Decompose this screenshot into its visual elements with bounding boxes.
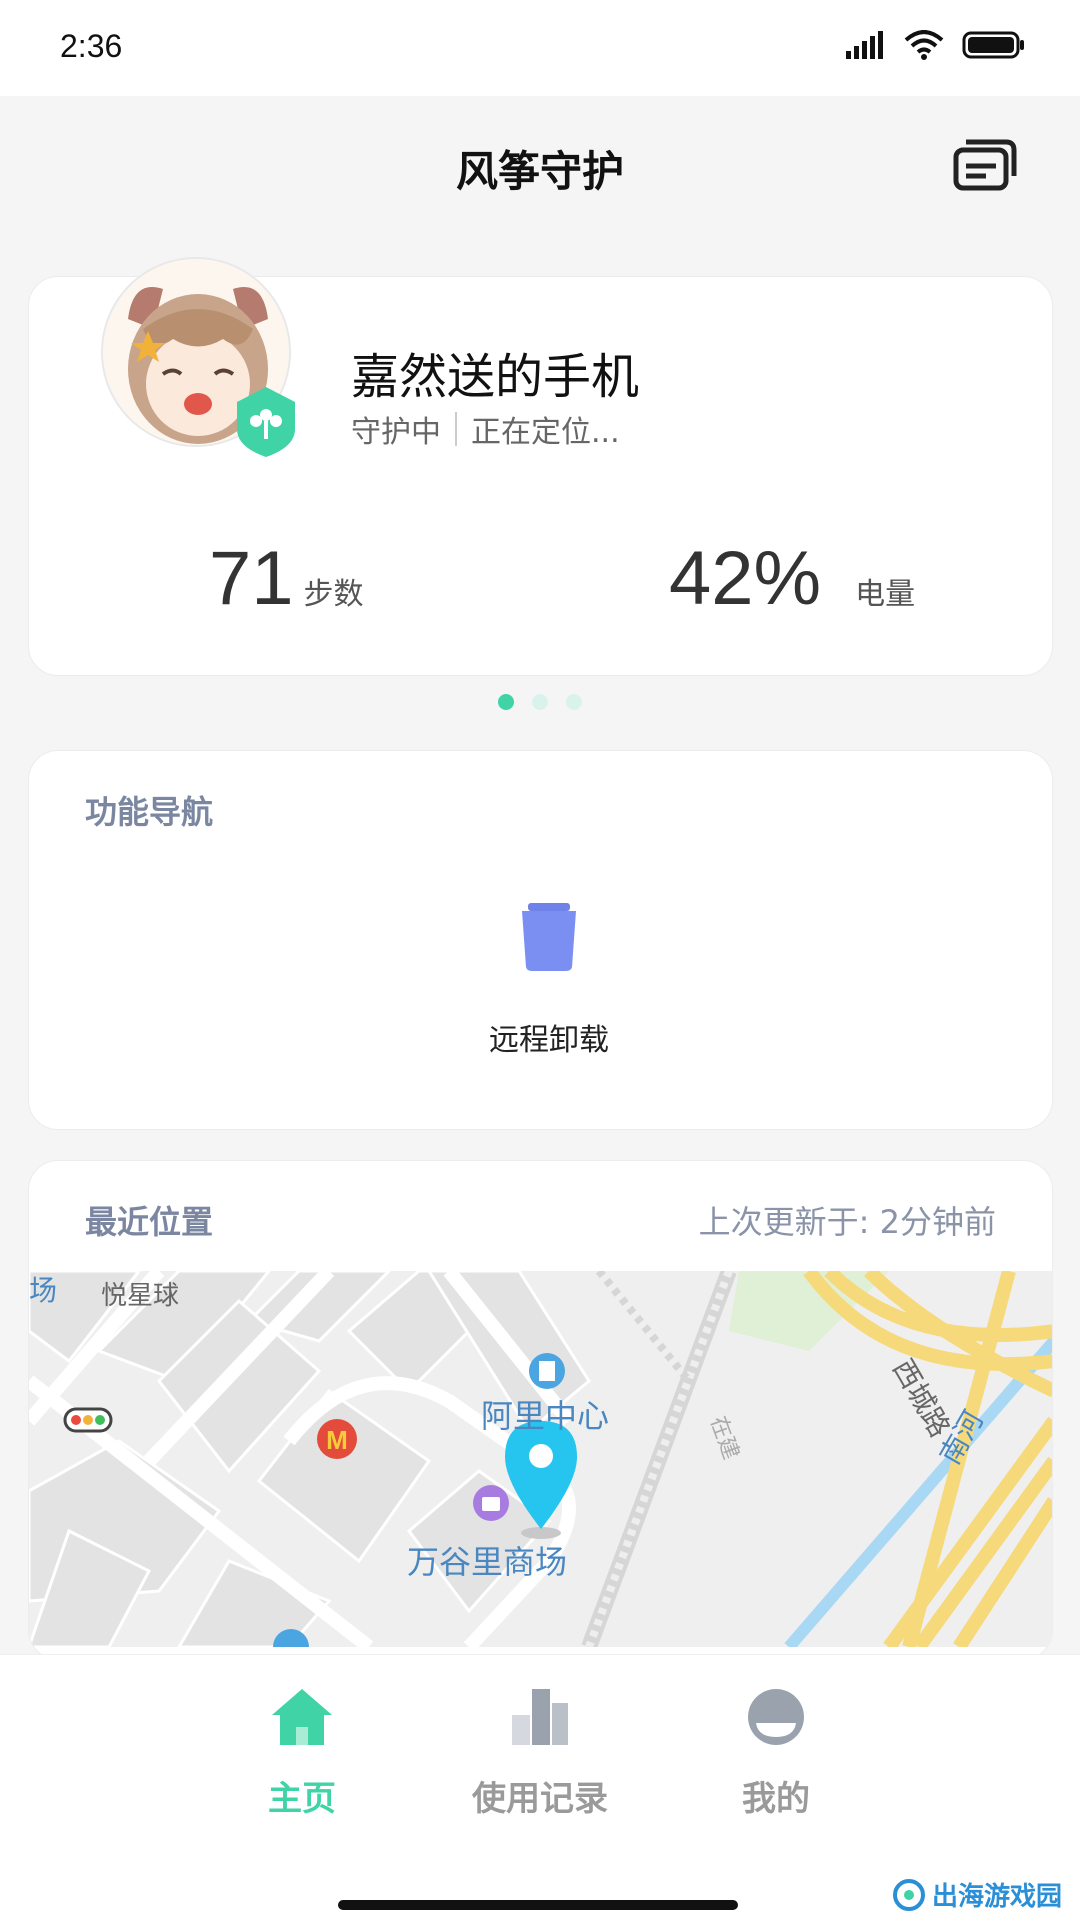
map-label: 悦星球: [101, 1281, 180, 1311]
watermark-text: 出海游戏园: [931, 1882, 1062, 1912]
tab-label: 主页: [268, 1779, 336, 1819]
signal-icon: [846, 31, 883, 59]
status-icons: [846, 30, 1026, 60]
battery-value: 42%: [669, 536, 822, 621]
device-status: 守护中 正在定位...: [351, 407, 620, 451]
remote-uninstall-button[interactable]: 远程卸载: [469, 901, 629, 1059]
home-indicator[interactable]: [338, 1900, 738, 1910]
map-label: 阿里中心: [481, 1397, 610, 1435]
location-status: 正在定位...: [471, 415, 620, 450]
section-title: 最近位置: [85, 1203, 214, 1241]
battery-icon: [962, 31, 1024, 59]
map-label: 万谷里商场: [407, 1543, 568, 1581]
shield-icon: [237, 387, 295, 457]
battery-label: 电量: [855, 577, 916, 612]
app-header: 风筝守护: [0, 96, 1080, 236]
pager-dot[interactable]: [532, 694, 548, 710]
trash-icon: [522, 903, 576, 971]
last-updated: 上次更新于: 2分钟前: [698, 1203, 996, 1241]
tab-mine[interactable]: 我的: [676, 1687, 876, 1820]
device-card[interactable]: 嘉然送的手机 守护中 正在定位... 71 步数 42% 电量: [28, 257, 1053, 676]
home-icon: [272, 1689, 332, 1745]
pager-dot[interactable]: [566, 694, 582, 710]
device-name: 嘉然送的手机: [351, 349, 640, 405]
guard-status: 守护中: [351, 415, 441, 450]
steps-stat: 71 步数: [209, 535, 364, 622]
section-title: 功能导航: [85, 793, 214, 831]
battery-stat: 42% 电量: [669, 535, 915, 622]
map-label: 场: [29, 1274, 58, 1307]
status-bar: 2:36: [0, 0, 1080, 96]
watermark: 出海游戏园: [892, 1876, 1062, 1913]
cards-icon[interactable]: [952, 136, 1018, 192]
status-divider: [455, 412, 457, 446]
status-time: 2:36: [60, 28, 123, 64]
tab-usage-records[interactable]: 使用记录: [440, 1687, 640, 1820]
profile-icon: [748, 1689, 804, 1745]
card-pager[interactable]: [0, 694, 1080, 710]
feature-label: 远程卸载: [489, 1023, 609, 1058]
tab-home[interactable]: 主页: [202, 1687, 402, 1820]
wifi-icon: [904, 30, 944, 60]
recent-location-card[interactable]: 最近位置 上次更新于: 2分钟前 M 场 悦星球 阿里中心 万谷里商场 西城路 …: [28, 1160, 1053, 1660]
tab-label: 我的: [742, 1779, 810, 1819]
pager-dot[interactable]: [498, 694, 514, 710]
watermark-logo-icon: [892, 1878, 925, 1911]
page-title: 风筝守护: [455, 147, 624, 196]
feature-nav-card: 功能导航 远程卸载: [28, 750, 1053, 1130]
map-view[interactable]: M 场 悦星球 阿里中心 万谷里商场 西城路 南河 在建: [29, 1271, 1052, 1647]
svg-text:M: M: [326, 1425, 348, 1455]
steps-value: 71: [209, 536, 294, 621]
bar-chart-icon: [512, 1689, 568, 1745]
tab-label: 使用记录: [472, 1779, 608, 1819]
steps-label: 步数: [303, 577, 364, 612]
